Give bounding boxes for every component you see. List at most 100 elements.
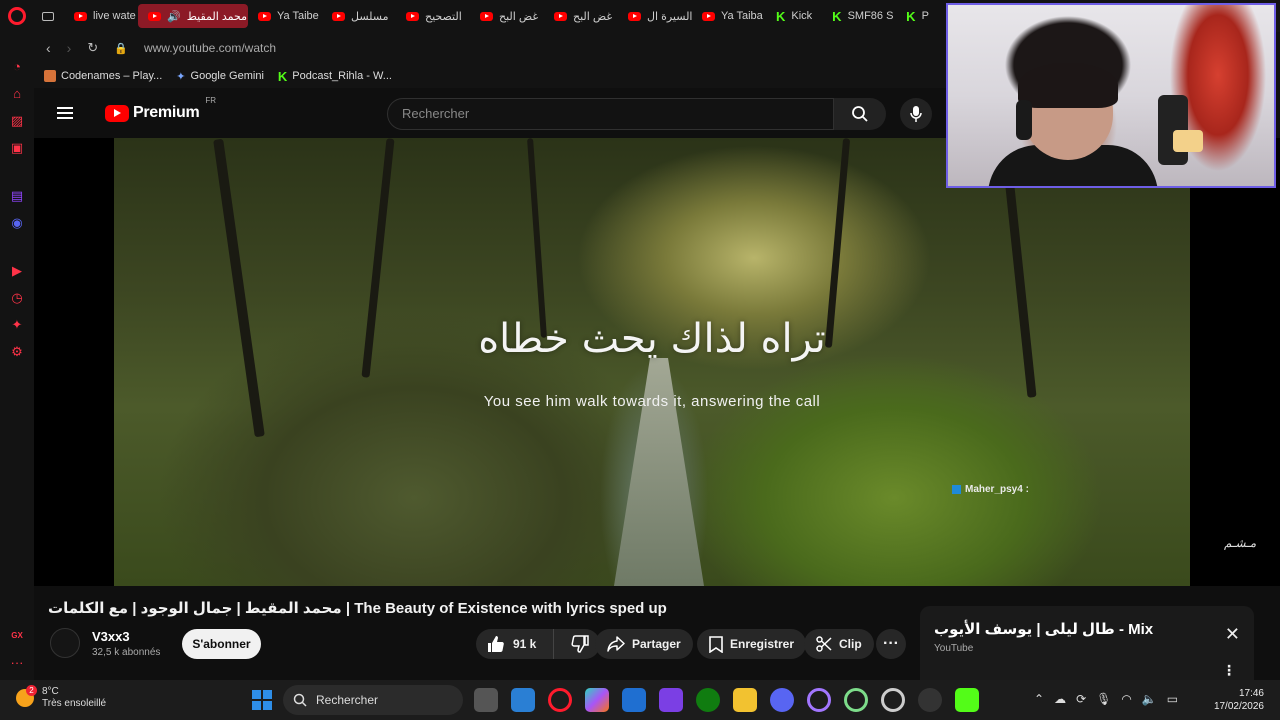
address-bar: ‹ › ↻ 🔒 www.youtube.com/watch (34, 32, 946, 64)
tab-11[interactable]: K SMF86 S (822, 4, 896, 28)
search-icon (852, 106, 868, 122)
tab-10[interactable]: K Kick (766, 4, 822, 28)
discord-icon[interactable]: ◉ (10, 216, 24, 230)
more-actions-button[interactable]: ··· (876, 629, 906, 659)
subscribe-button[interactable]: S'abonner (182, 629, 261, 659)
task-view-icon[interactable] (474, 688, 498, 712)
speed-dial-icon[interactable]: ◔ (10, 60, 24, 74)
mix-playlist-panel[interactable]: طال ليلى | يوسف الأيوب - Mix YouTube ✕ ⋮ (920, 606, 1254, 680)
wifi-icon[interactable]: ◠ (1121, 692, 1131, 706)
youtube-icon (74, 11, 87, 21)
tab-12[interactable]: KP (896, 4, 939, 28)
url-field[interactable]: www.youtube.com/watch (144, 41, 276, 55)
webcam-person-hair (1018, 63, 1118, 108)
channel-avatar[interactable] (50, 628, 80, 658)
system-tray: ⌃ ☁ ⟳ 🎙 ◠ 🔈 ▭ (1034, 692, 1178, 706)
gx-corner-icon[interactable]: ▨ (10, 114, 24, 128)
tab-8[interactable]: السيرة ال (618, 4, 692, 28)
tab-manager-icon[interactable] (42, 11, 54, 21)
player-icon[interactable]: ▶ (10, 264, 24, 278)
windows-start-icon[interactable] (252, 690, 272, 710)
notification-badge: 2 (26, 685, 37, 696)
gx-label: GX (11, 631, 23, 640)
windows-taskbar: 2 8°C Très ensoleillé Rechercher ⌃ ☁ ⟳ 🎙… (0, 680, 1280, 720)
battery-icon[interactable]: ▭ (1167, 692, 1178, 706)
kick-app-icon[interactable] (955, 688, 979, 712)
webcam-overlay (946, 3, 1276, 188)
tab-4[interactable]: مسلسل (322, 4, 396, 28)
search-icon (293, 693, 307, 707)
tab-9[interactable]: Ya Taiba (692, 4, 766, 28)
chevron-up-icon[interactable]: ⌃ (1034, 692, 1044, 706)
video-player[interactable]: تراه لذاك يحث خطاه You see him walk towa… (34, 138, 1280, 586)
bookmark-codenames[interactable]: Codenames – Play... (44, 70, 162, 82)
volume-icon[interactable]: 🔈 (1142, 692, 1157, 706)
xbox-icon[interactable] (696, 688, 720, 712)
reload-icon[interactable]: ↻ (87, 40, 98, 56)
history-icon[interactable]: ◷ (10, 291, 24, 305)
youtube-header: Premium FR Rechercher (34, 88, 946, 138)
taskbar-search[interactable]: Rechercher (283, 685, 463, 715)
opera-gx-icon[interactable] (548, 688, 572, 712)
youtube-icon (628, 11, 641, 21)
bookmark-gemini[interactable]: ✦ Google Gemini (176, 70, 264, 83)
tab-3[interactable]: Ya Taibe (248, 4, 322, 28)
widgets-icon[interactable] (511, 688, 535, 712)
tab-5[interactable]: التصحيح (396, 4, 470, 28)
copilot-icon[interactable] (585, 688, 609, 712)
news-icon[interactable]: ▣ (10, 141, 24, 155)
store-icon[interactable] (622, 688, 646, 712)
bookmark-icon (709, 635, 723, 653)
opera-logo-icon[interactable] (8, 7, 26, 25)
share-button[interactable]: Partager (595, 629, 693, 659)
youtube-logo[interactable]: Premium FR (105, 96, 216, 122)
opera-green-icon[interactable] (844, 688, 868, 712)
more-icon[interactable]: ··· (10, 656, 24, 670)
menu-icon[interactable] (57, 107, 73, 119)
opera-white-icon[interactable] (881, 688, 905, 712)
kick-icon: K (832, 8, 842, 24)
save-button[interactable]: Enregistrer (697, 629, 807, 659)
extensions-icon[interactable]: ✦ (10, 318, 24, 332)
gx-control-icon[interactable]: ⌂ (10, 87, 24, 101)
search-button[interactable] (834, 98, 886, 130)
bookmarks-bar: Codenames – Play... ✦ Google Gemini K Podc… (34, 64, 946, 88)
search-input[interactable]: Rechercher (387, 98, 834, 130)
youtube-icon (332, 11, 345, 21)
youtube-icon (258, 11, 271, 21)
twitch-icon[interactable]: ▤ (10, 189, 24, 203)
mix-title[interactable]: طال ليلى | يوسف الأيوب - Mix (934, 620, 1153, 638)
bookmark-podcast[interactable]: K Podcast_Rihla - W... (278, 69, 392, 84)
weather-widget[interactable]: 2 8°C Très ensoleillé (16, 685, 106, 710)
clock[interactable]: 17:46 17/02/2026 (1214, 687, 1264, 713)
tab-2-active[interactable]: 🔊 محمد المقيط (138, 4, 248, 28)
like-button[interactable]: 91 k (476, 629, 554, 659)
more-vertical-icon[interactable]: ⋮ (1222, 662, 1236, 679)
microphone-icon[interactable]: 🎙 (1096, 692, 1111, 706)
youtube-icon (148, 11, 161, 21)
forward-icon[interactable]: › (67, 40, 72, 56)
tab-1[interactable]: live wate (64, 4, 138, 28)
channel-name[interactable]: V3xx3 (92, 629, 130, 644)
share-icon (607, 636, 625, 652)
cloud-icon[interactable]: ☁ (1054, 692, 1066, 706)
clip-button[interactable]: Clip (804, 629, 874, 659)
youtube-icon (554, 11, 567, 21)
obs-icon[interactable] (918, 688, 942, 712)
settings-icon[interactable]: ⚙ (10, 345, 24, 359)
channel-watermark: مـشـم (1224, 536, 1257, 550)
like-dislike-group: 91 k (476, 629, 600, 659)
lock-icon: 🔒 (114, 42, 128, 55)
voice-search-button[interactable] (900, 98, 932, 130)
youtube-icon (702, 11, 715, 21)
explorer-icon[interactable] (733, 688, 757, 712)
tab-6[interactable]: غض البح (470, 4, 544, 28)
tab-7[interactable]: غض البح (544, 4, 618, 28)
discord-icon[interactable] (770, 688, 794, 712)
opera-purple-icon[interactable] (807, 688, 831, 712)
opera-icon[interactable] (659, 688, 683, 712)
sync-icon[interactable]: ⟳ (1076, 692, 1086, 706)
speaker-icon[interactable]: 🔊 (167, 10, 181, 23)
back-icon[interactable]: ‹ (46, 40, 51, 56)
close-icon[interactable]: ✕ (1225, 624, 1240, 645)
